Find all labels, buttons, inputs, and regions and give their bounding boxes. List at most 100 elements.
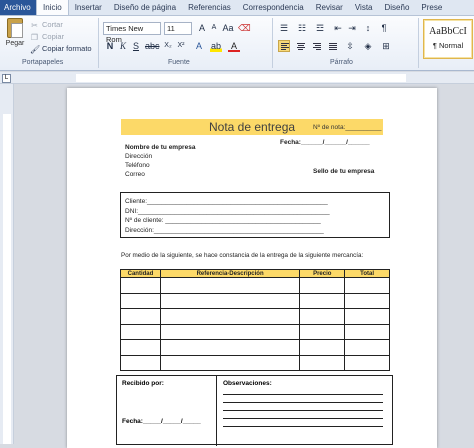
- bold-icon[interactable]: N: [104, 40, 116, 52]
- table-row: [120, 323, 390, 340]
- col-description: Referencia-Descripción: [159, 269, 301, 278]
- signature-box: Recibido por: Fecha:_____/_____/_____ Ob…: [116, 375, 393, 446]
- document-page[interactable]: Nota de entrega Nº de nota:__________ Fe…: [67, 88, 437, 448]
- date-line: Fecha:______/______/______: [280, 139, 370, 146]
- align-left-icon[interactable]: [278, 40, 290, 52]
- dni-line: DNI:____________________________________…: [125, 207, 330, 215]
- col-quantity: Cantidad: [120, 269, 161, 278]
- tab-revisar[interactable]: Revisar: [310, 0, 349, 15]
- intro-text: Por medio de la siguiente, se hace const…: [121, 252, 364, 259]
- table-row: [120, 292, 390, 309]
- shading-icon[interactable]: ◈: [362, 40, 374, 52]
- change-case-icon[interactable]: Aa: [222, 22, 234, 34]
- observations-label: Observaciones:: [223, 380, 272, 387]
- align-right-icon[interactable]: [310, 40, 322, 52]
- col-price: Precio: [299, 269, 346, 278]
- strikethrough-icon[interactable]: abc: [145, 40, 160, 52]
- increase-indent-icon[interactable]: ⇥: [346, 22, 358, 34]
- style-preview: AaBbCcI: [429, 26, 467, 37]
- grow-font-icon[interactable]: A: [196, 22, 208, 34]
- received-date: Fecha:_____/_____/_____: [122, 418, 201, 425]
- borders-icon[interactable]: ⊞: [380, 40, 392, 52]
- tab-diseno[interactable]: Diseño: [378, 0, 415, 15]
- ribbon: Pegar ✂ Cortar ❐ Copiar 🖌 Copiar formato…: [0, 16, 474, 71]
- cut-button[interactable]: ✂ Cortar: [30, 19, 92, 31]
- tab-diseno-pagina[interactable]: Diseño de página: [108, 0, 182, 15]
- table-cell: [159, 354, 301, 371]
- table-cell: [344, 308, 390, 325]
- items-table: Cantidad Referencia-Descripción Precio T…: [120, 269, 390, 371]
- numbering-icon[interactable]: ☷: [296, 22, 308, 34]
- tab-insertar[interactable]: Insertar: [69, 0, 108, 15]
- multilevel-list-icon[interactable]: ☲: [314, 22, 326, 34]
- style-name: ¶ Normal: [432, 41, 464, 50]
- align-center-icon[interactable]: [294, 40, 306, 52]
- separator: [272, 18, 273, 68]
- table-cell: [120, 292, 161, 309]
- table-cell: [159, 308, 301, 325]
- style-normal[interactable]: AaBbCcI ¶ Normal: [423, 19, 473, 59]
- group-label-font: Fuente: [168, 59, 190, 66]
- paste-label: Pegar: [5, 40, 25, 47]
- paste-button[interactable]: Pegar: [4, 18, 26, 47]
- company-address: Dirección: [125, 153, 153, 160]
- table-cell: [344, 323, 390, 340]
- sort-icon[interactable]: ↕: [362, 22, 374, 34]
- client-number-line: Nº de cliente: _________________________…: [125, 217, 321, 224]
- tab-archivo[interactable]: Archivo: [0, 0, 36, 15]
- tab-selector-icon[interactable]: L: [2, 74, 11, 83]
- table-cell: [344, 339, 390, 356]
- justify-icon[interactable]: [326, 40, 338, 52]
- observation-line: [223, 410, 383, 411]
- clear-format-icon[interactable]: ⌫: [238, 22, 251, 34]
- underline-icon[interactable]: S: [130, 40, 142, 52]
- tab-correspondencia[interactable]: Correspondencia: [237, 0, 310, 15]
- observation-line: [223, 426, 383, 427]
- table-cell: [299, 308, 346, 325]
- table-row: [120, 308, 390, 325]
- shrink-font-icon[interactable]: A: [208, 22, 220, 34]
- table-row: [120, 354, 390, 371]
- pilcrow-icon[interactable]: ¶: [378, 22, 390, 34]
- client-box: Cliente:________________________________…: [120, 192, 390, 238]
- text-effects-icon[interactable]: A: [193, 40, 205, 52]
- copy-button[interactable]: ❐ Copiar: [30, 31, 92, 43]
- tab-presentacion[interactable]: Prese: [415, 0, 448, 15]
- table-cell: [344, 277, 390, 294]
- observation-line: [223, 418, 383, 419]
- company-email: Correo: [125, 171, 145, 178]
- table-cell: [299, 277, 346, 294]
- superscript-icon[interactable]: X²: [175, 40, 187, 52]
- font-family-select[interactable]: Times New Rom: [103, 22, 161, 44]
- table-cell: [344, 292, 390, 309]
- note-number: Nº de nota:__________: [313, 124, 382, 131]
- decrease-indent-icon[interactable]: ⇤: [332, 22, 344, 34]
- company-stamp: Sello de tu empresa: [313, 168, 375, 175]
- format-painter-icon: 🖌: [30, 44, 41, 54]
- table-cell: [120, 354, 161, 371]
- font-color-icon[interactable]: A: [228, 40, 240, 52]
- tab-vista[interactable]: Vista: [349, 0, 379, 15]
- clipboard-icon: [7, 18, 23, 38]
- table-row: [120, 339, 390, 356]
- table-cell: [299, 354, 346, 371]
- tab-inicio[interactable]: Inicio: [36, 0, 69, 15]
- ribbon-tabs: Archivo Inicio Insertar Diseño de página…: [0, 0, 474, 16]
- line-spacing-icon[interactable]: ⇳: [344, 40, 356, 52]
- format-painter-label: Copiar formato: [42, 44, 92, 53]
- table-cell: [299, 292, 346, 309]
- bullets-icon[interactable]: ☰: [278, 22, 290, 34]
- vertical-ruler[interactable]: [0, 84, 14, 444]
- table-cell: [120, 277, 161, 294]
- format-painter-button[interactable]: 🖌 Copiar formato: [30, 43, 92, 55]
- subscript-icon[interactable]: X₂: [162, 40, 174, 52]
- table-cell: [159, 323, 301, 340]
- horizontal-ruler[interactable]: [0, 72, 474, 84]
- table-cell: [120, 308, 161, 325]
- table-cell: [159, 339, 301, 356]
- table-cell: [120, 339, 161, 356]
- italic-icon[interactable]: K: [117, 40, 129, 52]
- font-size-select[interactable]: 11: [164, 22, 192, 35]
- highlight-icon[interactable]: ab: [210, 40, 222, 52]
- tab-referencias[interactable]: Referencias: [182, 0, 237, 15]
